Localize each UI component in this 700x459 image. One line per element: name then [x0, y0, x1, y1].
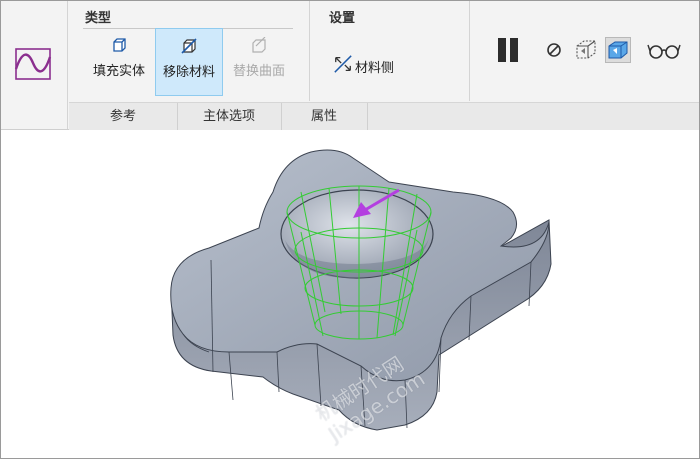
remove-material-icon — [181, 38, 197, 54]
replace-surface-button[interactable]: 替换曲面 — [223, 28, 295, 96]
geometry-preview-icon — [576, 40, 596, 59]
replace-surface-label: 替换曲面 — [232, 64, 285, 79]
pause-icon — [498, 38, 518, 62]
fill-solid-button[interactable]: 填充实体 — [83, 28, 155, 96]
model-viewport[interactable]: 机械时代网 Jixage.com — [1, 130, 698, 457]
right-toolbar — [469, 1, 699, 101]
type-group-title: 类型 — [85, 11, 112, 26]
verify-button[interactable] — [647, 37, 683, 63]
group-separator — [309, 1, 310, 101]
tab-properties[interactable]: 属性 — [281, 103, 368, 130]
no-entry-icon — [547, 43, 561, 57]
material-side-arrow-icon — [334, 55, 352, 73]
replace-surface-icon — [252, 37, 266, 53]
geometry-preview-button[interactable] — [573, 37, 599, 63]
tab-body-options[interactable]: 主体选项 — [177, 103, 282, 130]
tab-references[interactable]: 参考 — [69, 103, 178, 130]
fill-solid-icon — [113, 38, 126, 52]
fill-solid-label: 填充实体 — [92, 64, 145, 79]
remove-material-button[interactable]: 移除材料 — [155, 28, 223, 96]
sketch-button[interactable] — [1, 1, 68, 129]
feature-preview-button[interactable] — [605, 37, 631, 63]
ribbon: 类型 填充实体 移除材料 替换曲面 设置 材料侧 参考 主体选项 属性 — [1, 1, 699, 130]
material-side-button[interactable]: 材料侧 — [325, 28, 411, 96]
settings-group-title: 设置 — [329, 11, 356, 26]
pause-button[interactable] — [495, 37, 521, 63]
glasses-verify-icon — [647, 44, 681, 59]
material-side-label: 材料侧 — [355, 61, 395, 76]
tab-bar: 参考 主体选项 属性 — [69, 102, 699, 130]
no-preview-button[interactable] — [541, 37, 567, 63]
remove-material-label: 移除材料 — [162, 65, 215, 80]
sketch-icon — [14, 48, 52, 80]
feature-preview-icon — [608, 41, 628, 59]
